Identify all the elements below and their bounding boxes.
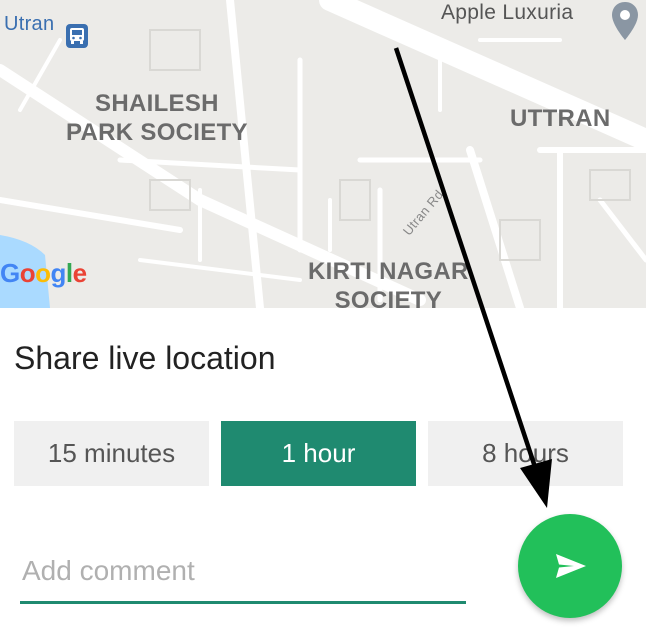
duration-15-minutes-button[interactable]: 15 minutes <box>14 421 209 486</box>
map-label-utran-station: Utran <box>4 13 55 35</box>
map-label-shailesh-park: SHAILESH PARK SOCIETY <box>66 90 248 148</box>
map-label-kirti-line1: KIRTI NAGAR <box>308 258 469 285</box>
google-logo: Google <box>0 258 87 288</box>
send-icon <box>556 554 586 578</box>
map-view[interactable]: Utran Apple Luxuria SHAILESH PARK SOCIET… <box>0 0 646 308</box>
bus-station-icon <box>66 24 88 48</box>
map-label-uttran: UTTRAN <box>510 105 611 132</box>
duration-8-hours-button[interactable]: 8 hours <box>428 421 623 486</box>
duration-1-hour-button[interactable]: 1 hour <box>221 421 416 486</box>
sheet-title: Share live location <box>14 340 276 376</box>
place-pin-icon[interactable] <box>610 0 640 42</box>
map-label-shailesh-line2: PARK SOCIETY <box>66 118 248 146</box>
comment-input-underline <box>20 601 466 604</box>
map-label-apple-luxuria: Apple Luxuria <box>441 1 574 24</box>
map-label-shailesh-line1: SHAILESH <box>95 90 219 117</box>
map-label-kirti-nagar: KIRTI NAGAR SOCIETY <box>308 258 469 308</box>
comment-input[interactable]: Add comment <box>22 555 466 587</box>
map-label-kirti-line2: SOCIETY <box>334 286 443 308</box>
send-button[interactable] <box>518 514 622 618</box>
